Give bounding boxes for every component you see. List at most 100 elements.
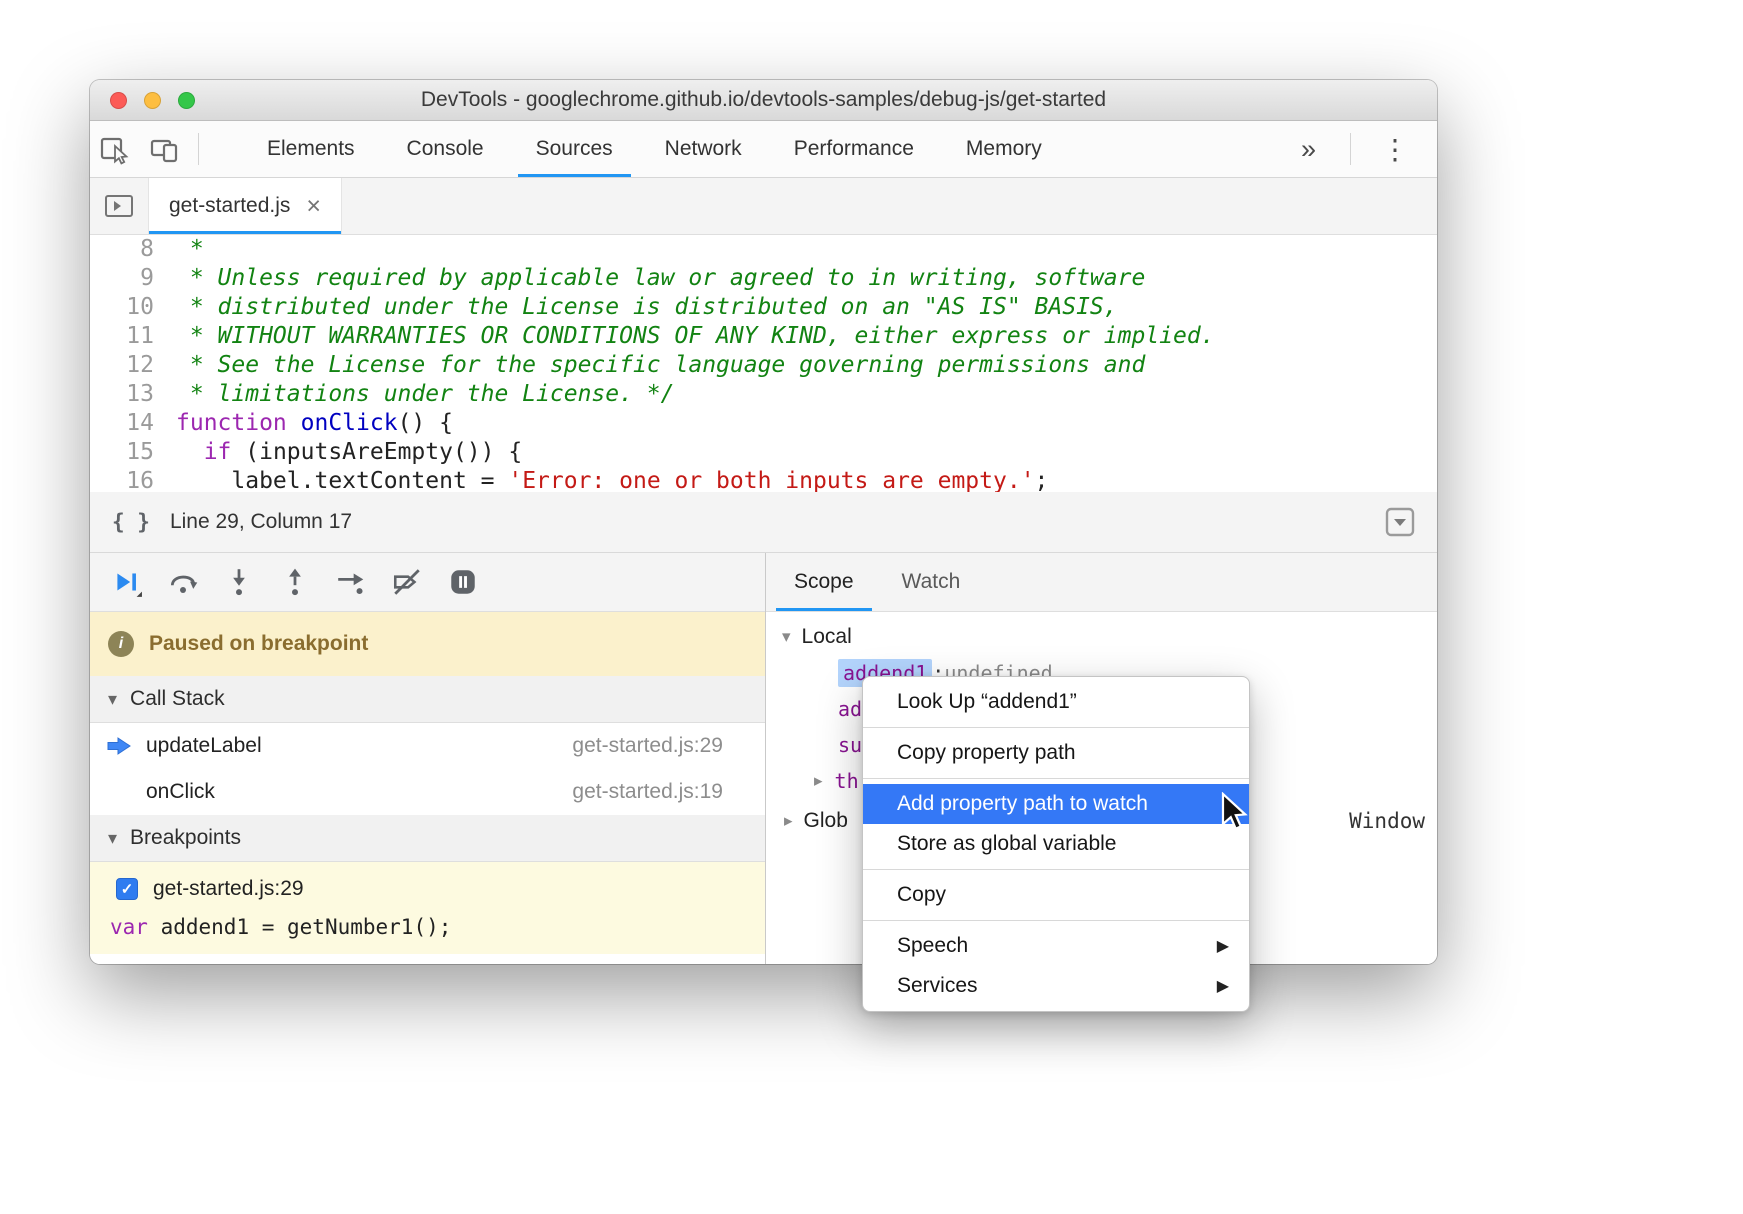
- tab-memory[interactable]: Memory: [940, 121, 1068, 177]
- paused-banner: i Paused on breakpoint: [90, 612, 765, 676]
- context-menu: Look Up “addend1” Copy property path Add…: [862, 676, 1250, 1012]
- menu-item-store-as-global-variable[interactable]: Store as global variable: [863, 824, 1249, 864]
- menu-item-speech[interactable]: Speech ▶: [863, 926, 1249, 966]
- info-icon: i: [108, 631, 134, 657]
- close-tab-icon[interactable]: ×: [306, 194, 321, 219]
- zoom-button[interactable]: [178, 92, 195, 109]
- window-title: DevTools - googlechrome.github.io/devtoo…: [421, 88, 1106, 112]
- chevron-down-icon[interactable]: ▾: [108, 689, 117, 710]
- menu-item-copy[interactable]: Copy: [863, 875, 1249, 915]
- breakpoint-checkbox[interactable]: ✓: [116, 878, 138, 900]
- step-into-icon: [223, 566, 255, 598]
- tab-network[interactable]: Network: [639, 121, 768, 177]
- variable-name: th: [835, 769, 859, 793]
- scope-section-label: Glob: [804, 809, 848, 833]
- code-editor: 8 * 9 * Unless required by applicable la…: [90, 235, 1437, 492]
- resume-icon: [111, 566, 143, 598]
- step-into-button[interactable]: [214, 559, 264, 605]
- close-button[interactable]: [110, 92, 127, 109]
- frame-function-name: updateLabel: [146, 734, 262, 758]
- code-line: 14 function onClick() {: [90, 409, 1437, 438]
- call-stack-header[interactable]: ▾ Call Stack: [90, 676, 765, 723]
- chevron-down-icon[interactable]: ▾: [108, 828, 117, 849]
- call-stack-title: Call Stack: [130, 687, 225, 711]
- step-over-icon: [167, 566, 199, 598]
- kebab-menu-icon[interactable]: ⋮: [1359, 121, 1431, 177]
- tab-elements[interactable]: Elements: [241, 121, 381, 177]
- window-controls: [110, 92, 195, 109]
- line-number[interactable]: 11: [90, 322, 154, 351]
- tab-sources[interactable]: Sources: [510, 121, 639, 177]
- menu-item-look-up[interactable]: Look Up “addend1”: [863, 682, 1249, 722]
- breakpoint-label: get-started.js:29: [153, 877, 304, 901]
- panel-toggle-icon: [1385, 507, 1415, 537]
- inspect-cursor-icon: [99, 133, 131, 165]
- call-stack-frame[interactable]: updateLabel get-started.js:29: [90, 723, 765, 769]
- step-out-icon: [279, 566, 311, 598]
- code-line: 12 * See the License for the specific la…: [90, 351, 1437, 380]
- cursor-position: Line 29, Column 17: [170, 510, 352, 534]
- line-number[interactable]: 9: [90, 264, 154, 293]
- chevron-right-icon[interactable]: ▸: [784, 811, 793, 831]
- tab-scope[interactable]: Scope: [770, 553, 878, 611]
- menu-item-copy-property-path[interactable]: Copy property path: [863, 733, 1249, 773]
- toolbar-divider: [1350, 133, 1351, 165]
- tab-performance[interactable]: Performance: [768, 121, 940, 177]
- line-number[interactable]: 16: [90, 467, 154, 492]
- line-number[interactable]: 13: [90, 380, 154, 409]
- chevron-right-icon[interactable]: ▸: [814, 771, 823, 791]
- call-stack-frame[interactable]: onClick get-started.js:19: [90, 769, 765, 815]
- navigator-toggle-button[interactable]: [90, 178, 148, 234]
- pretty-print-icon[interactable]: { }: [112, 510, 150, 534]
- chevron-down-icon[interactable]: ▾: [782, 627, 791, 647]
- titlebar: DevTools - googlechrome.github.io/devtoo…: [90, 80, 1437, 121]
- scope-section-local[interactable]: ▾ Local: [766, 619, 1437, 655]
- scope-section-label: Local: [802, 625, 852, 649]
- code-line: 8 *: [90, 235, 1437, 264]
- code-line: 11 * WITHOUT WARRANTIES OR CONDITIONS OF…: [90, 322, 1437, 351]
- code-line: 16 label.textContent = 'Error: one or bo…: [90, 467, 1437, 492]
- device-toolbar-icon: [149, 133, 181, 165]
- submenu-arrow-icon: ▶: [1217, 976, 1229, 996]
- step-over-button[interactable]: [158, 559, 208, 605]
- resume-button[interactable]: [102, 559, 152, 605]
- file-tab-label: get-started.js: [169, 194, 290, 218]
- deactivate-breakpoints-button[interactable]: [382, 559, 432, 605]
- inspect-element-button[interactable]: [90, 121, 140, 177]
- more-tabs-icon[interactable]: »: [1275, 121, 1342, 177]
- breakpoints-title: Breakpoints: [130, 826, 241, 850]
- line-number[interactable]: 12: [90, 351, 154, 380]
- sidebar-tab-bar: Scope Watch: [766, 553, 1437, 612]
- tab-console[interactable]: Console: [381, 121, 510, 177]
- frame-location: get-started.js:29: [572, 734, 723, 758]
- file-tab-get-started[interactable]: get-started.js ×: [148, 178, 342, 234]
- debug-toolbar: [90, 553, 765, 612]
- line-number[interactable]: 8: [90, 235, 154, 264]
- step-button[interactable]: [326, 559, 376, 605]
- breakpoints-header[interactable]: ▾ Breakpoints: [90, 815, 765, 862]
- file-tab-bar: get-started.js ×: [90, 178, 1437, 235]
- paused-message: Paused on breakpoint: [149, 632, 368, 656]
- device-toolbar-button[interactable]: [140, 121, 190, 177]
- menu-item-services[interactable]: Services ▶: [863, 966, 1249, 1006]
- frame-function-name: onClick: [146, 780, 215, 804]
- current-frame-arrow-icon: [106, 736, 132, 756]
- tab-watch[interactable]: Watch: [878, 553, 985, 611]
- line-number[interactable]: 15: [90, 438, 154, 467]
- pause-on-exceptions-button[interactable]: [438, 559, 488, 605]
- frame-location: get-started.js:19: [572, 780, 723, 804]
- line-number[interactable]: 10: [90, 293, 154, 322]
- line-number[interactable]: 14: [90, 409, 154, 438]
- minimize-button[interactable]: [144, 92, 161, 109]
- variable-name: su: [838, 733, 862, 757]
- global-scope-value: Window: [1349, 809, 1425, 833]
- code-line: 9 * Unless required by applicable law or…: [90, 264, 1437, 293]
- menu-item-add-property-path-to-watch[interactable]: Add property path to watch: [863, 784, 1249, 824]
- panel-toggle-button[interactable]: [1385, 507, 1415, 537]
- panel-tabs: Elements Console Sources Network Perform…: [241, 121, 1068, 177]
- breakpoint-entry[interactable]: ✓ get-started.js:29 var addend1 = getNum…: [90, 862, 765, 954]
- submenu-arrow-icon: ▶: [1217, 936, 1229, 956]
- pause-on-exceptions-icon: [447, 566, 479, 598]
- editor-status-bar: { } Line 29, Column 17: [90, 492, 1437, 553]
- step-out-button[interactable]: [270, 559, 320, 605]
